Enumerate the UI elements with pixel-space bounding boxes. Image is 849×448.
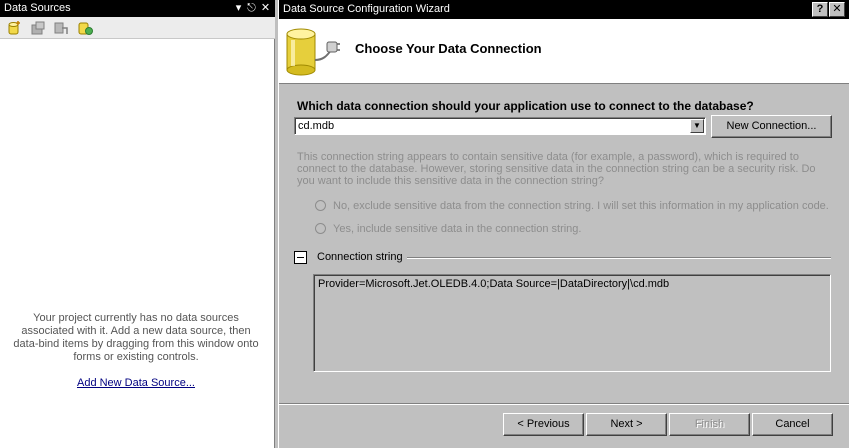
refresh-icon[interactable] <box>77 20 93 36</box>
close-icon[interactable]: ✕ <box>259 1 272 15</box>
data-source-configuration-wizard: Data Source Configuration Wizard ? ✕ Cho… <box>278 0 849 448</box>
include-sensitive-data-label: Yes, include sensitive data in the conne… <box>333 223 582 235</box>
wizard-title: Data Source Configuration Wizard <box>283 3 450 15</box>
autohide-pin-icon[interactable]: ⎋ <box>245 1 258 15</box>
page-title: Choose Your Data Connection <box>355 41 542 56</box>
data-sources-toolbar <box>0 17 275 39</box>
pin-icon[interactable]: ▾ <box>232 1 245 15</box>
footer-divider <box>279 403 849 405</box>
data-sources-pane: Data Sources ▾ ⎋ ✕ Your project currentl… <box>0 0 275 448</box>
sensitive-data-description: This connection string appears to contai… <box>297 151 816 187</box>
group-divider <box>407 257 831 259</box>
empty-state-message: Your project currently has no data sourc… <box>13 312 259 363</box>
data-sources-titlebar: Data Sources ▾ ⎋ ✕ <box>0 0 275 17</box>
configure-dataset-icon[interactable] <box>53 20 69 36</box>
edit-dataset-icon[interactable] <box>30 20 46 36</box>
radio-button-icon[interactable] <box>315 223 326 234</box>
close-button[interactable]: ✕ <box>829 2 845 17</box>
add-new-data-source-link[interactable]: Add New Data Source... <box>0 377 272 389</box>
new-connection-button[interactable]: New Connection... <box>711 115 832 138</box>
help-button[interactable]: ? <box>812 2 828 17</box>
database-connection-icon <box>286 28 340 76</box>
finish-button[interactable]: Finish <box>669 413 750 436</box>
cancel-button[interactable]: Cancel <box>752 413 833 436</box>
collapse-icon[interactable] <box>294 251 307 264</box>
data-sources-title: Data Sources <box>4 2 71 14</box>
connection-string-label: Connection string <box>317 251 403 263</box>
radio-button-icon[interactable] <box>315 200 326 211</box>
data-connection-dropdown[interactable]: cd.mdb ▼ <box>294 117 706 135</box>
add-data-source-icon[interactable] <box>6 20 22 36</box>
data-connection-value: cd.mdb <box>298 120 335 132</box>
connection-question-label: Which data connection should your applic… <box>297 99 754 113</box>
previous-button[interactable]: < Previous <box>503 413 584 436</box>
chevron-down-icon[interactable]: ▼ <box>690 119 704 133</box>
next-button[interactable]: Next > <box>586 413 667 436</box>
connection-string-textbox[interactable]: Provider=Microsoft.Jet.OLEDB.4.0;Data So… <box>313 274 831 372</box>
wizard-titlebar: Data Source Configuration Wizard ? ✕ <box>279 0 849 19</box>
exclude-sensitive-data-label: No, exclude sensitive data from the conn… <box>333 200 829 212</box>
wizard-header: Choose Your Data Connection <box>279 19 849 84</box>
